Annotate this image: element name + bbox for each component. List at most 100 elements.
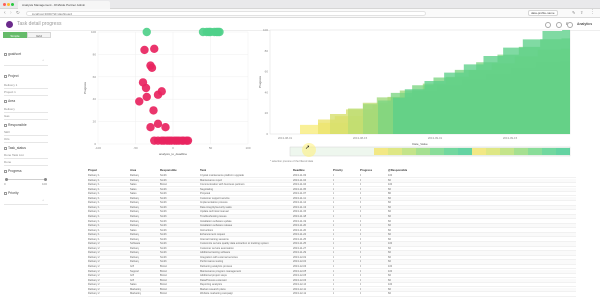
browser-tab[interactable]: Analysis Management - DNAtide Partner Ad… <box>18 1 110 9</box>
table-cell: 3 <box>333 278 335 282</box>
table-cell: 3 <box>333 283 335 287</box>
filter-value[interactable]: Delivery <box>4 107 15 111</box>
table-cell: Delivery 1 <box>88 237 100 241</box>
table-cell: 2013-11-05 <box>293 187 307 191</box>
close-window-icon[interactable] <box>3 3 6 6</box>
column-header[interactable]: Deadline <box>293 168 305 173</box>
filter-task-status[interactable]: Task_status <box>4 146 26 150</box>
maximize-window-icon[interactable] <box>11 3 14 6</box>
column-header[interactable]: Task <box>200 168 206 173</box>
table-cell: Smith <box>160 255 167 259</box>
table-cell: 0 <box>360 205 362 209</box>
app-logo[interactable] <box>6 21 13 28</box>
filter-value[interactable]: Oris <box>4 137 10 141</box>
range-selector-band <box>416 148 430 155</box>
filter-progress[interactable]: Progress <box>4 169 22 173</box>
table-cell: 2013-12-04 <box>293 265 307 268</box>
filter-value[interactable]: Skill <box>4 130 10 134</box>
table-cell: 2013-11-19 <box>293 219 307 223</box>
table-cell: Installation software release <box>200 224 233 228</box>
filter-label: Responsible <box>8 123 27 127</box>
filter-value[interactable]: Done Task List <box>4 153 24 157</box>
column-header[interactable]: @Responsible <box>388 168 407 173</box>
table-cell: Delivery 1 <box>88 228 100 232</box>
slider-max-handle[interactable] <box>44 178 47 181</box>
table-cell: 100 <box>388 283 393 287</box>
y-tick-label: 60 <box>265 70 269 74</box>
back-arrow-icon[interactable]: ‹ <box>4 10 6 16</box>
filter-priority[interactable]: Priority <box>4 191 19 195</box>
filter-responsible[interactable]: Responsible <box>4 123 27 127</box>
table-cell: Website marketing campaign <box>200 292 234 296</box>
table-cell: 2013-11-04 <box>293 178 307 182</box>
column-header[interactable]: Area <box>130 168 136 173</box>
table-cell: 2013-12-03 <box>293 260 307 264</box>
stepper-icon[interactable]: ⌃ <box>40 59 46 63</box>
column-header[interactable]: Priority <box>333 168 343 173</box>
table-cell: 2013-11-20 <box>293 224 307 228</box>
fullscreen-icon[interactable] <box>567 22 573 28</box>
scatter-svg: 020406080100-100 -50 0 50 100Progressanalysi… <box>83 27 251 156</box>
checkbox-icon[interactable] <box>4 52 7 56</box>
checkbox-icon[interactable] <box>4 99 7 103</box>
table-cell: 80 <box>388 192 391 196</box>
table-cell: Marketing <box>130 292 142 296</box>
minimize-window-icon[interactable] <box>7 3 10 6</box>
table-cell: 3 <box>333 174 335 177</box>
reload-icon[interactable]: ↻ <box>16 10 20 16</box>
table-cell: 2013-11-25 <box>293 242 307 246</box>
slider-min-handle[interactable] <box>5 178 8 181</box>
x-tick-label: 2013-09-01 <box>428 136 443 140</box>
checkbox-icon[interactable] <box>4 146 7 150</box>
range-selector-band <box>458 148 472 155</box>
table-cell: Integration with external services <box>200 255 238 259</box>
x-tick-label: 50 <box>209 146 213 150</box>
filter-value[interactable]: Done <box>4 160 11 164</box>
table-cell: 0 <box>360 178 362 182</box>
table-cell: 0 <box>360 219 362 223</box>
table-cell: 0 <box>360 287 362 291</box>
url-input[interactable]: localhost:3000/?id=dashboard <box>26 11 426 16</box>
column-header[interactable]: Project <box>88 168 97 173</box>
table-cell: Smith <box>160 210 167 214</box>
filter-label: Task_status <box>8 146 26 150</box>
camera-icon[interactable] <box>545 22 551 28</box>
scatter-point <box>215 27 224 37</box>
table-cell: 60 <box>388 246 391 250</box>
progress-range-slider[interactable] <box>5 178 47 181</box>
table-cell: Smith <box>160 233 167 237</box>
share-icon[interactable]: ⇪ <box>580 10 583 15</box>
table-cell: 3 <box>333 192 335 196</box>
table-row[interactable]: Delivery 2 Marketing Brown Website marketin… <box>88 292 576 297</box>
filter-value[interactable]: Project 1 <box>4 90 16 94</box>
mode-button-grid[interactable]: Grid <box>27 32 51 38</box>
column-header[interactable]: Progress <box>360 168 372 173</box>
checkbox-icon[interactable] <box>4 191 7 195</box>
extensions-icon[interactable]: ✎ <box>572 10 575 15</box>
forward-arrow-icon[interactable]: › <box>10 10 12 16</box>
table-cell: 3 <box>333 242 335 246</box>
table-cell: 0 <box>360 278 362 282</box>
filter-value[interactable]: Gas <box>4 114 10 118</box>
filter-goal-sort[interactable]: goal/sort <box>4 52 21 56</box>
table-cell: 3 <box>333 255 335 259</box>
filter-area[interactable]: Area <box>4 99 15 103</box>
checkbox-icon[interactable] <box>4 74 7 78</box>
scatter-point <box>153 119 163 129</box>
menu-icon[interactable]: ⋮ <box>590 9 595 15</box>
mode-button-simple[interactable]: Simple <box>3 32 27 38</box>
zoom-icon[interactable] <box>556 22 562 28</box>
checkbox-icon[interactable] <box>4 169 7 173</box>
table-cell: Delivery 1 <box>88 192 100 196</box>
column-header[interactable]: Responsible <box>160 168 177 173</box>
checkbox-icon[interactable] <box>4 123 7 127</box>
table-cell: Delivery <box>130 196 140 200</box>
table-cell: Delivery 2 <box>88 246 100 250</box>
table-cell: 0 <box>360 210 362 214</box>
profile-button[interactable]: data-profile-name <box>528 10 558 16</box>
filter-project[interactable]: Project <box>4 74 19 78</box>
table-cell: Sales <box>130 192 137 196</box>
stepper-icon[interactable]: ⌃ <box>40 199 46 203</box>
filter-value[interactable]: Delivery 1 <box>4 83 17 87</box>
y-tick-label: 40 <box>93 97 97 101</box>
